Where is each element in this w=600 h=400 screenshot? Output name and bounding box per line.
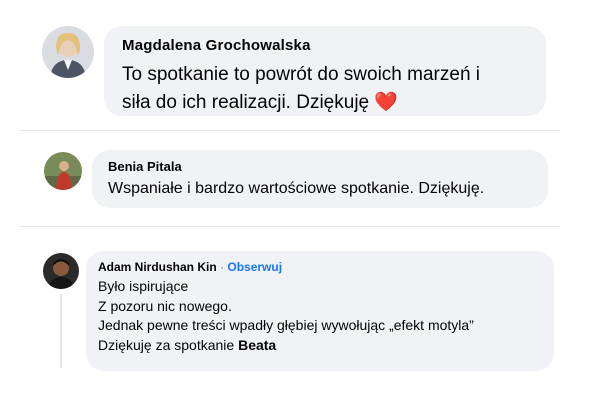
comment-author[interactable]: Benia Pitala xyxy=(108,159,532,174)
divider xyxy=(20,130,560,131)
avatar[interactable] xyxy=(42,26,94,78)
comment-text-line: To spotkanie to powrót do swoich marzeń … xyxy=(122,64,481,85)
comment-text-line-with-emoji: siła do ich realizacji. Dziękuję ❤️ xyxy=(122,89,528,117)
comment-author[interactable]: Magdalena Grochowalska xyxy=(122,37,528,54)
follow-button[interactable]: Obserwuj xyxy=(227,260,282,274)
comment-text-line-with-mention: Dziękuję za spotkanie Beata xyxy=(98,336,542,356)
comment-header: Adam Nirdushan Kin · Obserwuj xyxy=(98,260,542,274)
avatar[interactable] xyxy=(44,152,82,190)
comment-text-line: Z pozoru nic nowego. xyxy=(98,297,232,314)
comment-author[interactable]: Adam Nirdushan Kin xyxy=(98,260,217,274)
separator-dot: · xyxy=(220,260,225,274)
mention-link[interactable]: Beata xyxy=(238,337,276,353)
divider xyxy=(20,226,560,227)
comment-text-line: Wspaniałe i bardzo wartościowe spotkanie… xyxy=(108,180,485,197)
comment-text-line: Było ispirujące xyxy=(98,278,189,294)
avatar[interactable] xyxy=(43,253,79,289)
comment-bubble: Magdalena Grochowalska To spotkanie to p… xyxy=(104,26,546,116)
thread-line xyxy=(60,294,62,368)
comment-text: Dziękuję za spotkanie xyxy=(98,336,235,353)
comment-text-line: Jednak pewne treści wpadły głębiej wywoł… xyxy=(98,317,474,333)
comment-bubble: Benia Pitala Wspaniałe i bardzo wartości… xyxy=(92,150,548,208)
comment-text: siła do ich realizacji. Dziękuję xyxy=(122,92,370,113)
comment-bubble: Adam Nirdushan Kin · Obserwuj Było ispir… xyxy=(86,251,554,371)
red-heart-icon: ❤️ xyxy=(374,92,399,113)
